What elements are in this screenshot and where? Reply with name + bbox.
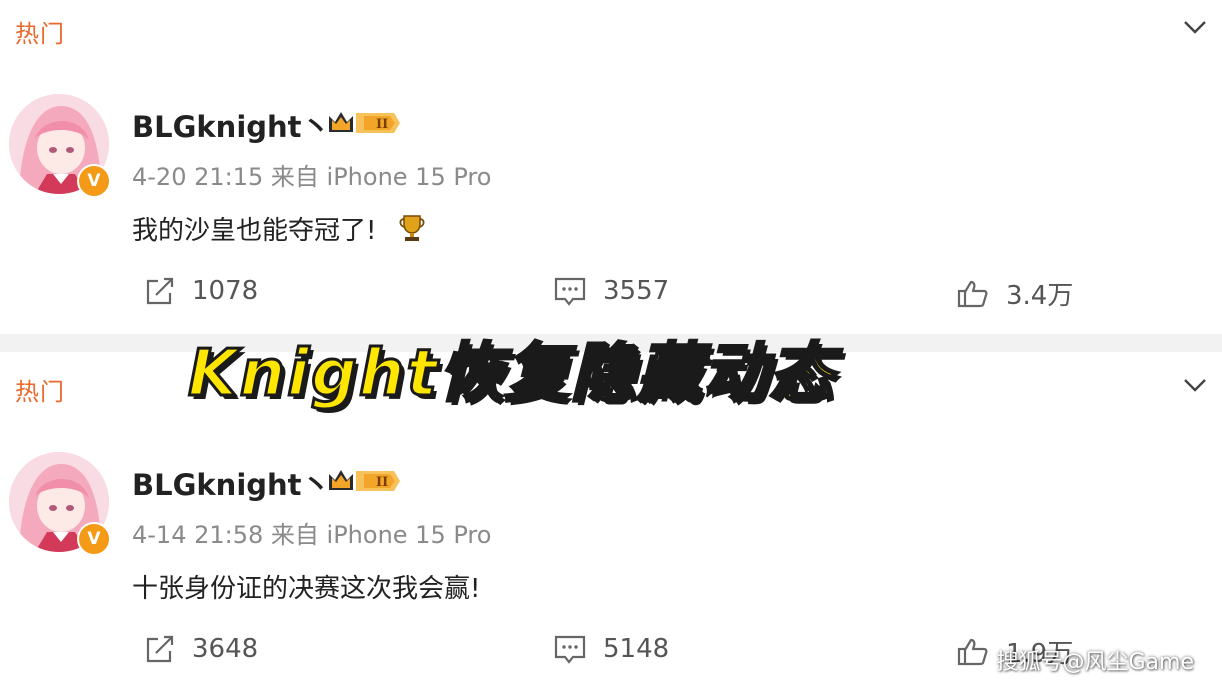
comment-button[interactable]: 5148 [553,633,669,665]
watermark: 搜狐号@风尘Game [996,650,1195,675]
post-source: 来自 iPhone 15 Pro [270,521,492,549]
username[interactable]: BLGknight丶 [132,104,331,146]
username[interactable]: BLGknight丶 [132,462,331,504]
comment-button[interactable]: 3557 [553,275,669,307]
post-meta: 4-14 21:58 来自 iPhone 15 Pro [132,515,491,550]
like-button[interactable]: 3.4万 [956,275,1073,312]
repost-button[interactable]: 1078 [144,275,258,307]
avatar[interactable]: V [9,94,113,198]
post-content: 我的沙皇也能夺冠了! [132,210,427,247]
post-meta: 4-20 21:15 来自 iPhone 15 Pro [132,157,491,192]
comment-icon [554,277,586,306]
thumbs-up-icon [957,638,988,665]
chevron-down-icon[interactable] [1182,372,1208,398]
svg-text:II: II [376,475,388,490]
comment-count: 5148 [603,634,670,664]
hot-section-label: 热门 [15,20,65,48]
verified-badge-icon: V [77,522,111,556]
like-count: 3.4万 [1006,281,1074,311]
thumbs-up-icon [957,280,988,307]
repost-count: 1078 [192,276,259,306]
post-text: 十张身份证的决赛这次我会赢! [132,574,481,604]
verified-badge-icon: V [77,164,111,198]
repost-icon [146,277,174,305]
post-source: 来自 iPhone 15 Pro [270,163,492,191]
svg-text:II: II [376,117,388,132]
avatar[interactable]: V [9,452,113,556]
comment-icon [554,635,586,664]
trophy-icon [399,215,425,241]
overlay-caption: Knight恢复隐藏动态 [186,336,836,413]
repost-count: 3648 [192,634,259,664]
repost-icon [146,635,174,663]
post-text: 我的沙皇也能夺冠了! [132,216,377,246]
weibo-post: 热门 V BLGknight丶 II 4-20 21:15 来自 iPhone … [0,0,1222,334]
comment-count: 3557 [603,276,670,306]
hot-section-label: 热门 [15,378,65,406]
vip-crown-badge-icon[interactable]: II [326,108,402,138]
vip-crown-badge-icon[interactable]: II [326,466,402,496]
chevron-down-icon[interactable] [1182,14,1208,40]
post-timestamp: 4-14 21:58 [132,521,264,549]
post-content: 十张身份证的决赛这次我会赢! [132,568,480,605]
post-timestamp: 4-20 21:15 [132,163,264,191]
repost-button[interactable]: 3648 [144,633,258,665]
